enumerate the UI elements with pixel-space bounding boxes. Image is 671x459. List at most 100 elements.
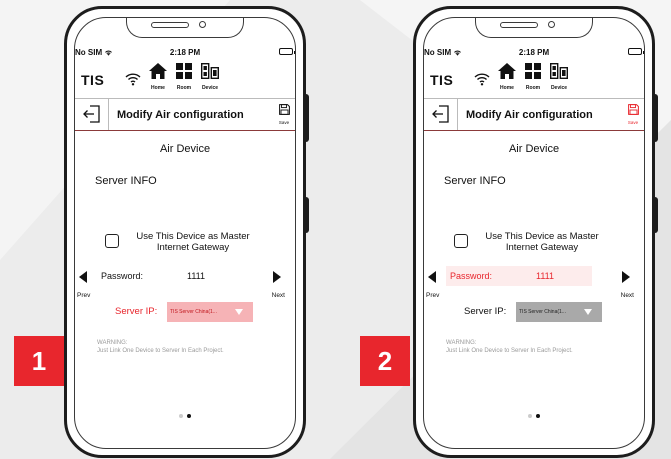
- gateway-checkbox[interactable]: [105, 234, 119, 248]
- gateway-checkbox[interactable]: [454, 234, 468, 248]
- divider: [457, 99, 458, 130]
- app-header: TIS Home Room Device: [75, 61, 295, 97]
- volume-button: [305, 94, 309, 142]
- phone-mockup-2: No SIM 2:18 PM TIS Home Room Device Modi…: [413, 6, 658, 458]
- divider: [108, 99, 109, 130]
- back-icon[interactable]: [83, 105, 101, 123]
- tis-logo: TIS: [430, 72, 454, 88]
- nav-home[interactable]: Home: [147, 63, 169, 91]
- nav-room[interactable]: Room: [173, 63, 195, 91]
- clock: 2:18 PM: [169, 47, 201, 57]
- save-label: Save: [627, 120, 639, 125]
- page-dot[interactable]: [179, 414, 183, 418]
- gateway-label: Use This Device as Master Internet Gatew…: [136, 231, 250, 253]
- carrier-label: No SIM: [424, 47, 452, 57]
- wifi-status-icon: [105, 50, 113, 56]
- prev-label: Prev: [77, 292, 91, 299]
- dropdown-arrow-icon: [584, 309, 592, 315]
- warning-text: WARNING: Just Link One Device to Server …: [97, 339, 224, 355]
- next-arrow-icon[interactable]: [273, 271, 281, 283]
- page-indicator: [416, 405, 652, 423]
- carrier: No SIM: [424, 48, 462, 57]
- next-label: Next: [620, 292, 634, 299]
- save-button[interactable]: Save: [277, 102, 291, 125]
- page-indicator: [67, 405, 303, 423]
- home-icon: [149, 63, 167, 79]
- gateway-option[interactable]: Use This Device as Master Internet Gatew…: [454, 231, 614, 255]
- step-badge-2: 2: [360, 336, 410, 386]
- room-grid-icon: [525, 63, 541, 79]
- status-bar: No SIM 2:18 PM: [424, 46, 644, 58]
- server-ip-row: Server IP: TIS Server China(1...: [115, 302, 255, 322]
- battery-icon: [279, 48, 295, 55]
- nav-home-label: Home: [500, 85, 514, 91]
- warning-message: Just Link One Device to Server In Each P…: [446, 348, 573, 354]
- nav-room-label: Room: [176, 85, 192, 91]
- nav-room-label: Room: [525, 85, 541, 91]
- prev-label: Prev: [426, 292, 440, 299]
- app-screen: No SIM 2:18 PM TIS Home Room Device Modi…: [416, 9, 652, 455]
- password-row[interactable]: Password: 1111: [446, 266, 592, 286]
- nav-device[interactable]: Device: [199, 62, 221, 91]
- nav-room[interactable]: Room: [522, 63, 544, 91]
- wifi-icon[interactable]: [474, 72, 490, 86]
- server-ip-row: Server IP: TIS Server China(1...: [464, 302, 604, 322]
- battery-icon: [628, 48, 644, 55]
- device-icon: [549, 62, 569, 80]
- nav-home-label: Home: [151, 85, 165, 91]
- volume-button: [654, 94, 658, 142]
- page-title: Modify Air configuration: [466, 109, 593, 121]
- password-label: Password:: [450, 271, 493, 281]
- device-title: Air Device: [159, 143, 211, 155]
- tis-logo: TIS: [81, 72, 105, 88]
- gateway-label: Use This Device as Master Internet Gatew…: [485, 231, 599, 253]
- app-header: TIS Home Room Device: [424, 61, 644, 97]
- page-dot-active[interactable]: [536, 414, 540, 418]
- step-badge-1: 1: [14, 336, 64, 386]
- room-grid-icon: [176, 63, 192, 79]
- warning-text: WARNING: Just Link One Device to Server …: [446, 339, 573, 355]
- server-ip-label: Server IP:: [464, 306, 507, 317]
- page-title: Modify Air configuration: [117, 109, 244, 121]
- server-ip-selected: TIS Server China(1...: [170, 309, 217, 315]
- password-value[interactable]: 1111: [187, 271, 205, 281]
- power-button: [305, 197, 309, 233]
- next-label: Next: [271, 292, 285, 299]
- prev-arrow-icon[interactable]: [428, 271, 436, 283]
- server-ip-selected: TIS Server China(1...: [519, 309, 566, 315]
- next-arrow-icon[interactable]: [622, 271, 630, 283]
- section-title: Server INFO: [444, 175, 506, 187]
- save-icon: [278, 104, 290, 115]
- server-ip-select[interactable]: TIS Server China(1...: [167, 302, 253, 322]
- password-row[interactable]: Password: 1111: [97, 266, 243, 286]
- nav-home[interactable]: Home: [496, 63, 518, 91]
- save-icon: [627, 104, 639, 115]
- page-dot-active[interactable]: [187, 414, 191, 418]
- server-ip-label: Server IP:: [115, 306, 158, 317]
- gateway-option[interactable]: Use This Device as Master Internet Gatew…: [105, 231, 265, 255]
- page-dot[interactable]: [528, 414, 532, 418]
- title-bar: Modify Air configuration Save: [75, 98, 295, 131]
- dropdown-arrow-icon: [235, 309, 243, 315]
- section-title: Server INFO: [95, 175, 157, 187]
- server-ip-select[interactable]: TIS Server China(1...: [516, 302, 602, 322]
- clock: 2:18 PM: [518, 47, 550, 57]
- save-label: Save: [278, 120, 290, 125]
- carrier: No SIM: [75, 48, 113, 57]
- power-button: [654, 197, 658, 233]
- password-value[interactable]: 1111: [536, 271, 554, 281]
- back-icon[interactable]: [432, 105, 450, 123]
- nav-device[interactable]: Device: [548, 62, 570, 91]
- wifi-icon[interactable]: [125, 72, 141, 86]
- wifi-status-icon: [454, 50, 462, 56]
- password-label: Password:: [101, 271, 144, 281]
- warning-title: WARNING:: [446, 340, 477, 346]
- save-button[interactable]: Save: [626, 102, 640, 125]
- device-icon: [200, 62, 220, 80]
- prev-arrow-icon[interactable]: [79, 271, 87, 283]
- status-bar: No SIM 2:18 PM: [75, 46, 295, 58]
- app-screen: No SIM 2:18 PM TIS Home Room Device Modi…: [67, 9, 303, 455]
- warning-message: Just Link One Device to Server In Each P…: [97, 348, 224, 354]
- warning-title: WARNING:: [97, 340, 128, 346]
- nav-device-label: Device: [201, 85, 219, 91]
